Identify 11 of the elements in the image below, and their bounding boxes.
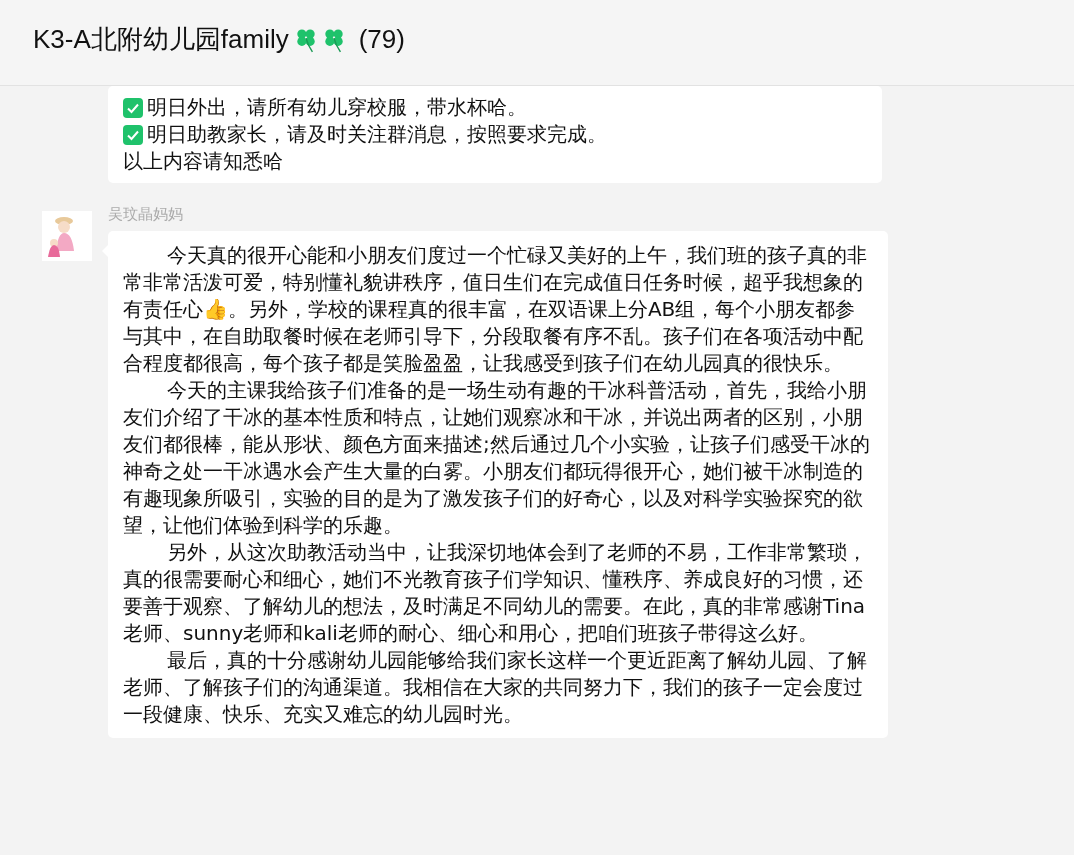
sender-name: 吴玟晶妈妈 — [108, 205, 184, 223]
message-text: 明日助教家长，请及时关注群消息，按照要求完成。 — [147, 121, 607, 148]
message-text: 今天真的很开心能和小朋友们度过一个忙碌又美好的上午，我们班的孩子真的非常非常活泼可爱，特别懂礼貌讲秩序，值日生们在完成值日任务时候，超乎我想象的有责任心👍。另外，学校的课程真的很丰富，在双语课上分AB组，每个小朋友都参与其中，在自助取餐时候在老师引导下，分段取餐有序不乱。孩子们在各项活动中配合程度都很高，每个孩子都是笑脸盈盈，让我感受到孩子们在幼儿园真的很快乐。 — [123, 243, 867, 375]
message-text: 以上内容请知悉哈 — [123, 148, 284, 175]
message-text: 今天的主课我给孩子们准备的是一场生动有趣的干冰科普活动，首先，我给小朋友们介绍了干冰的基本性质和特点，让她们观察冰和干冰，并说出两者的区别，小朋友们都很棒，能从形状、颜色方面来描述;然后通过几个小实验，让孩子们感受干冰的神奇之处一干冰遇水会产生大量的白雾。小朋友们都玩得很开心，她们被干冰制造的有趣现象所吸引，实验的目的是为了激发孩子们的好奇心，以及对科学实验探究的欲望，让他们体验到科学的乐趣。 — [123, 378, 870, 537]
message-text: 最后，真的十分感谢幼儿园能够给我们家长这样一个更近距离了解幼儿园、了解老师、了解孩子们的沟通渠道。我相信在大家的共同努力下，我们的孩子一定会度过一段健康、快乐、充实又难忘的幼儿园时光。 — [123, 648, 867, 726]
window-title: K3-A北附幼儿园family — [33, 23, 289, 56]
member-count: (79) — [358, 24, 405, 55]
avatar-icon — [42, 211, 92, 261]
message-text: 明日外出，请所有幼儿穿校服，带水杯哈。 — [147, 94, 527, 121]
message-text: 另外，从这次助教活动当中，让我深切地体会到了老师的不易，工作非常繁琐，真的很需要耐心和细心，她们不光教育孩子们学知识、懂秩序、养成良好的习惯，还要善于观察、了解幼儿的想法，及时满足不同幼儿的需要。在此，真的非常感谢Tina老师、sunny老师和kali老师的耐心、细心和用心，把咱们班孩子带得这么好。 — [123, 540, 867, 645]
